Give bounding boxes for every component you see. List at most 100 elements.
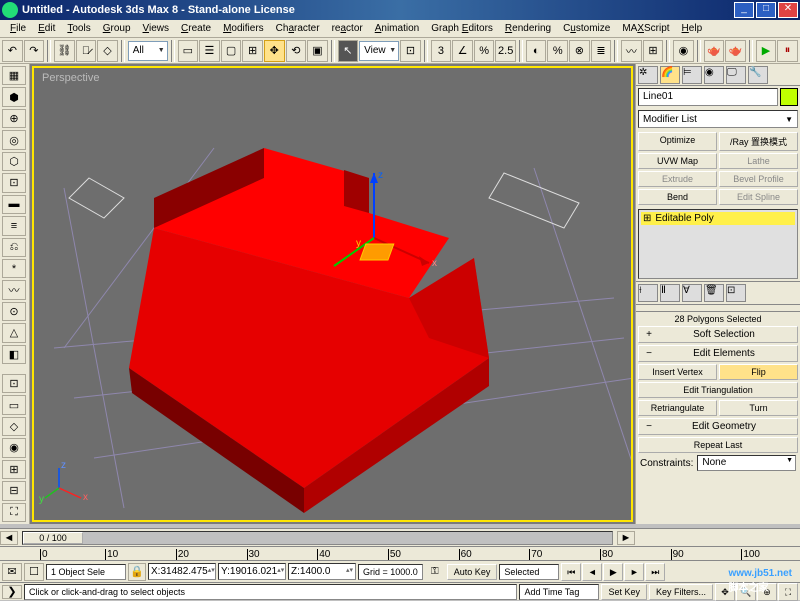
motion-tab[interactable]: ◉ — [704, 66, 724, 84]
object-name-field[interactable]: Line01 — [638, 88, 778, 106]
snap-button[interactable]: 3 — [431, 40, 452, 62]
reactor-btn-4[interactable]: ◎ — [2, 130, 26, 149]
align-button[interactable]: ⊗ — [569, 40, 590, 62]
minimize-button[interactable]: _ — [734, 2, 754, 18]
show-result-button[interactable]: Ⅱ — [660, 284, 680, 302]
menu-modifiers[interactable]: Modifiers — [217, 21, 270, 36]
remove-button[interactable]: 🗑 — [704, 284, 724, 302]
bevel-button[interactable]: Bevel Profile — [719, 171, 798, 187]
object-color-swatch[interactable] — [780, 88, 798, 106]
percent-snap-button[interactable]: % — [474, 40, 495, 62]
lathe-button[interactable]: Lathe — [719, 153, 798, 169]
goto-start-button[interactable]: ⏮ — [561, 563, 581, 581]
nav-orbit-button[interactable]: ⊕ — [757, 583, 777, 601]
menu-edit[interactable]: Edit — [32, 21, 61, 36]
pivot-button[interactable]: ⊡ — [400, 40, 421, 62]
reactor-btn-14[interactable]: ◧ — [2, 345, 26, 364]
menu-maxscript[interactable]: MAXScript — [616, 21, 675, 36]
menu-rendering[interactable]: Rendering — [499, 21, 557, 36]
sel-lock-button[interactable]: ☐ — [24, 563, 44, 581]
lock-sel-button[interactable]: 🔒 — [128, 563, 146, 581]
reactor-btn-5[interactable]: ⬡ — [2, 152, 26, 171]
lock-button[interactable]: ✉ — [2, 563, 22, 581]
reactor-btn-12[interactable]: ⊙ — [2, 302, 26, 321]
layers-button[interactable]: ≣ — [591, 40, 612, 62]
reactor-btn-1[interactable]: ▦ — [2, 66, 26, 85]
menu-help[interactable]: Help — [676, 21, 709, 36]
mirror-button[interactable]: % — [547, 40, 568, 62]
menu-reactor[interactable]: reactor — [326, 21, 369, 36]
retriangulate-button[interactable]: Retriangulate — [638, 400, 717, 416]
time-slider[interactable]: 0 / 100 — [22, 531, 613, 545]
timeline-left-button[interactable]: ◄ — [0, 531, 18, 545]
reactor-btn-13[interactable]: △ — [2, 323, 26, 342]
repeat-last-button[interactable]: Repeat Last — [638, 437, 798, 453]
named-sel-button[interactable]: ◐ — [526, 40, 547, 62]
edit-elements-rollout[interactable]: −Edit Elements — [638, 345, 798, 362]
ray-button[interactable]: /Ray 置换模式 — [719, 132, 798, 151]
pin-stack-button[interactable]: ⟊ — [638, 284, 658, 302]
quick-render-button[interactable]: 🫖 — [725, 40, 746, 62]
y-coord-field[interactable]: Y:19016.021▴▾ — [218, 563, 286, 580]
key-filters-button[interactable]: Key Filters... — [649, 584, 713, 600]
timeline-right-button[interactable]: ► — [617, 531, 635, 545]
maxscript-button[interactable]: ❯ — [2, 585, 22, 599]
key-icon[interactable]: ⚿ — [425, 566, 445, 577]
edit-tri-button[interactable]: Edit Triangulation — [638, 382, 798, 398]
edit-spline-button[interactable]: Edit Spline — [719, 189, 798, 205]
reactor-btn-20[interactable]: ⊟ — [2, 481, 26, 500]
close-button[interactable]: ✕ — [778, 2, 798, 18]
select-name-button[interactable]: ☰ — [199, 40, 220, 62]
menu-file[interactable]: File — [4, 21, 32, 36]
schematic-button[interactable]: ⊞ — [643, 40, 664, 62]
reactor-btn-17[interactable]: ◇ — [2, 417, 26, 436]
cursor-button[interactable]: ↖ — [338, 40, 359, 62]
pause-icon[interactable]: ⏸ — [777, 40, 798, 62]
soft-selection-rollout[interactable]: +Soft Selection — [638, 326, 798, 343]
unlink-button[interactable]: ⛓̷ — [76, 40, 97, 62]
reactor-btn-18[interactable]: ◉ — [2, 438, 26, 457]
next-frame-button[interactable]: ► — [624, 563, 644, 581]
reactor-btn-7[interactable]: ▬ — [2, 195, 26, 214]
time-ruler[interactable]: 01020 304050 607080 90100 — [0, 546, 800, 560]
goto-end-button[interactable]: ⏭ — [645, 563, 665, 581]
flip-button[interactable]: Flip — [719, 364, 798, 380]
curve-button[interactable]: 〰 — [621, 40, 642, 62]
reactor-btn-16[interactable]: ▭ — [2, 395, 26, 414]
hierarchy-tab[interactable]: ⊨ — [682, 66, 702, 84]
bend-button[interactable]: Bend — [638, 189, 717, 205]
play-button[interactable]: ▶ — [603, 563, 623, 581]
select-scale-button[interactable]: ▣ — [307, 40, 328, 62]
insert-vertex-button[interactable]: Insert Vertex — [638, 364, 717, 380]
constraints-dropdown[interactable]: None — [697, 455, 796, 471]
spinner-snap-button[interactable]: 2.5 — [495, 40, 516, 62]
add-time-tag[interactable]: Add Time Tag — [519, 584, 599, 600]
reactor-btn-8[interactable]: ≡ — [2, 216, 26, 235]
play-icon[interactable]: ▶ — [756, 40, 777, 62]
edit-geometry-rollout[interactable]: −Edit Geometry — [638, 418, 798, 435]
reactor-btn-11[interactable]: 〰 — [2, 280, 26, 299]
nav-zoom-button[interactable]: 🔍 — [736, 583, 756, 601]
material-button[interactable]: ◉ — [673, 40, 694, 62]
reactor-btn-21[interactable]: ⛶ — [2, 503, 26, 522]
reactor-btn-10[interactable]: * — [2, 259, 26, 278]
link-button[interactable]: ⛓ — [54, 40, 75, 62]
render-scene-button[interactable]: 🫖 — [704, 40, 725, 62]
extrude-button[interactable]: Extrude — [638, 171, 717, 187]
modifier-list-dropdown[interactable]: Modifier List — [638, 110, 798, 128]
reactor-btn-6[interactable]: ⊡ — [2, 173, 26, 192]
selection-filter-dropdown[interactable]: All — [128, 41, 168, 61]
optimize-button[interactable]: Optimize — [638, 132, 717, 151]
z-coord-field[interactable]: Z:1400.0▴▾ — [288, 563, 356, 580]
menu-views[interactable]: Views — [137, 21, 176, 36]
window-cross-button[interactable]: ⊞ — [242, 40, 263, 62]
unique-button[interactable]: ∀ — [682, 284, 702, 302]
reactor-btn-19[interactable]: ⊞ — [2, 460, 26, 479]
viewport[interactable]: Perspective — [30, 64, 635, 524]
display-tab[interactable]: 🖵 — [726, 66, 746, 84]
menu-create[interactable]: Create — [175, 21, 217, 36]
ref-coord-dropdown[interactable]: View — [359, 41, 399, 61]
turn-button[interactable]: Turn — [719, 400, 798, 416]
menu-animation[interactable]: Animation — [369, 21, 425, 36]
set-key-btn2[interactable]: Set Key — [601, 584, 647, 600]
